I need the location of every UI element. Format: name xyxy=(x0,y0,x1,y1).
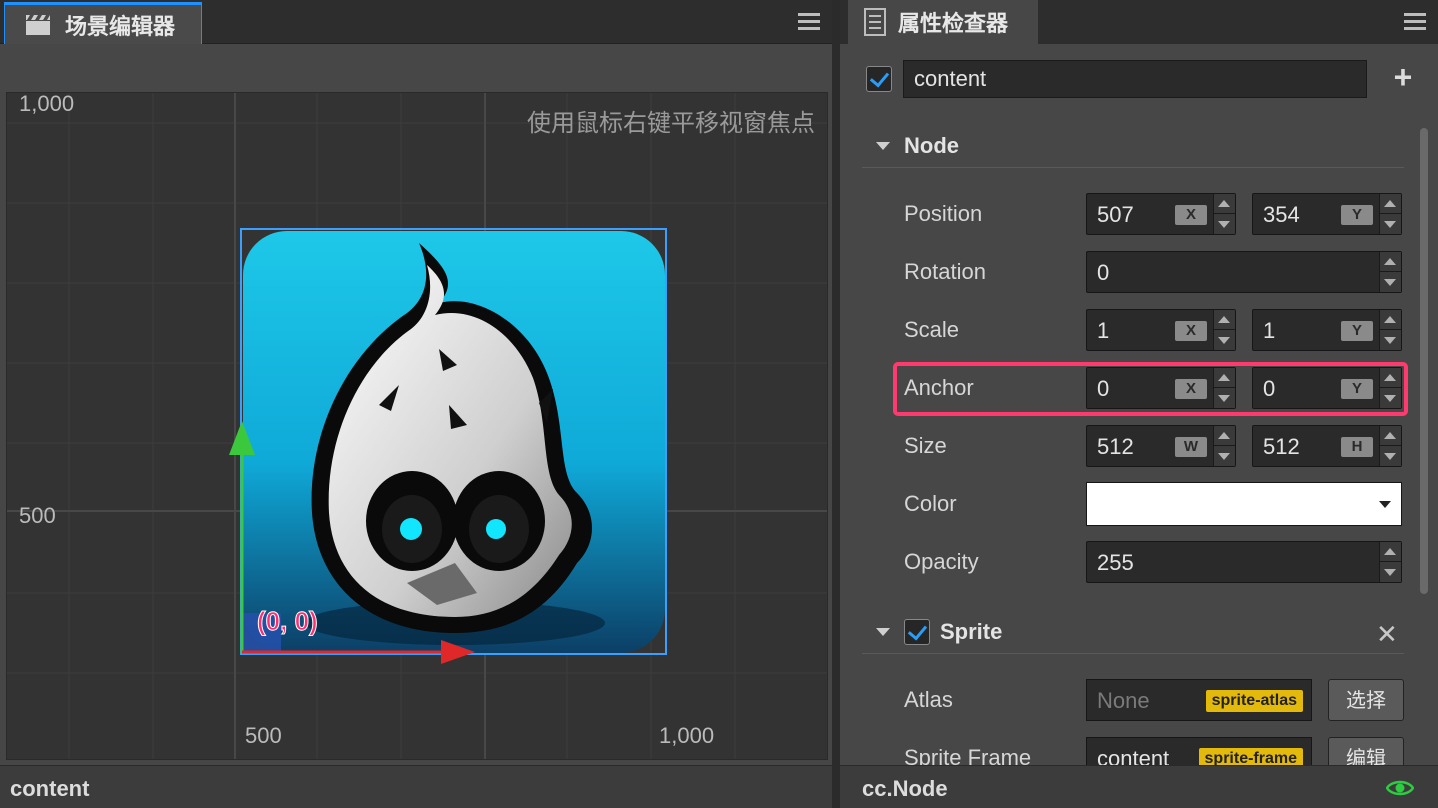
anchor-x-spinner[interactable] xyxy=(1213,368,1235,408)
cocos-logo-image[interactable] xyxy=(243,231,665,653)
node-section-header[interactable]: Node xyxy=(862,124,1404,168)
atlas-value: None xyxy=(1097,688,1150,713)
rotation-spinner[interactable] xyxy=(1379,252,1401,292)
x-axis-tag: X xyxy=(1175,205,1207,225)
size-width-spinner[interactable] xyxy=(1213,426,1235,466)
node-header-row: content + xyxy=(840,52,1438,104)
position-y-field[interactable]: 354 Y xyxy=(1252,193,1402,235)
x-axis-tag: X xyxy=(1175,321,1207,341)
position-y-value: 354 xyxy=(1263,202,1300,227)
anchor-y-value: 0 xyxy=(1263,376,1276,401)
atlas-type-badge: sprite-atlas xyxy=(1205,690,1303,712)
inspector-scrollbar[interactable] xyxy=(1420,128,1428,594)
position-x-spinner[interactable] xyxy=(1213,194,1235,234)
opacity-field[interactable]: 255 xyxy=(1086,541,1402,583)
scale-x-field[interactable]: 1 X xyxy=(1086,309,1236,351)
size-height-value: 512 xyxy=(1263,434,1300,459)
collapse-triangle-icon[interactable] xyxy=(876,627,890,636)
h-axis-tag: H xyxy=(1341,437,1373,457)
scene-viewport[interactable]: 1,000 500 500 1,000 使用鼠标右键平移视窗焦点 (0, 0) xyxy=(6,92,828,760)
atlas-select-button[interactable]: 选择 xyxy=(1328,679,1404,721)
add-component-button[interactable]: + xyxy=(1390,60,1416,94)
clapperboard-icon xyxy=(26,14,50,35)
w-axis-tag: W xyxy=(1175,437,1207,457)
size-width-field[interactable]: 512 W xyxy=(1086,425,1236,467)
scene-tab-label: 场景编辑器 xyxy=(65,14,176,40)
size-height-spinner[interactable] xyxy=(1379,426,1401,466)
y-axis-label-1000: 1,000 xyxy=(19,92,75,116)
position-x-field[interactable]: 507 X xyxy=(1086,193,1236,235)
x-axis-label-1000: 1,000 xyxy=(659,723,715,748)
anchor-y-field[interactable]: 0 Y xyxy=(1252,367,1402,409)
remove-component-icon[interactable]: ✕ xyxy=(1376,619,1398,650)
y-axis-tag: Y xyxy=(1341,379,1373,399)
panel-splitter[interactable] xyxy=(832,0,840,808)
scene-toolbar xyxy=(0,44,832,92)
scale-x-value: 1 xyxy=(1097,318,1110,343)
eye-icon[interactable] xyxy=(1386,778,1414,798)
size-height-field[interactable]: 512 H xyxy=(1252,425,1402,467)
scene-menu-icon[interactable] xyxy=(798,13,820,31)
scene-canvas xyxy=(7,93,827,759)
app-window: 场景编辑器 1,000 500 500 1,000 使用鼠标右键平移视窗焦点 (… xyxy=(0,0,1438,808)
node-type-label: cc.Node xyxy=(862,776,948,801)
position-y-spinner[interactable] xyxy=(1379,194,1401,234)
x-axis-label-500: 500 xyxy=(245,723,282,748)
opacity-label: Opacity xyxy=(904,549,979,574)
collapse-triangle-icon[interactable] xyxy=(876,141,890,150)
inspector-icon xyxy=(864,8,886,36)
scale-label: Scale xyxy=(904,317,960,342)
position-label: Position xyxy=(904,201,983,226)
size-label: Size xyxy=(904,433,947,458)
scale-y-spinner[interactable] xyxy=(1379,310,1401,350)
scale-y-value: 1 xyxy=(1263,318,1276,343)
anchor-x-value: 0 xyxy=(1097,376,1110,401)
color-picker[interactable] xyxy=(1086,482,1402,526)
rotation-field[interactable]: 0 xyxy=(1086,251,1402,293)
inspector-menu-icon[interactable] xyxy=(1404,13,1426,31)
position-x-value: 507 xyxy=(1097,202,1134,227)
y-axis-label-500: 500 xyxy=(19,503,56,528)
sprite-section-header[interactable]: Sprite xyxy=(862,610,1404,654)
scene-tabbar: 场景编辑器 xyxy=(0,0,832,44)
origin-label: (0, 0) xyxy=(257,606,319,637)
opacity-spinner[interactable] xyxy=(1379,542,1401,582)
size-width-value: 512 xyxy=(1097,434,1134,459)
anchor-x-field[interactable]: 0 X xyxy=(1086,367,1236,409)
sprite-enabled-checkbox[interactable] xyxy=(904,618,930,645)
sprite-section-title: Sprite xyxy=(940,618,1003,644)
pan-hint: 使用鼠标右键平移视窗焦点 xyxy=(527,109,815,137)
anchor-label: Anchor xyxy=(904,375,974,400)
node-name-input[interactable]: content xyxy=(903,60,1367,98)
anchor-y-spinner[interactable] xyxy=(1379,368,1401,408)
scene-editor-panel: 场景编辑器 1,000 500 500 1,000 使用鼠标右键平移视窗焦点 (… xyxy=(0,0,832,808)
node-section-title: Node xyxy=(904,132,959,158)
inspector-tab-label: 属性检查器 xyxy=(898,12,1009,37)
inspector-tabbar: 属性检查器 xyxy=(840,0,1438,44)
node-enabled-checkbox[interactable] xyxy=(866,66,892,92)
color-label: Color xyxy=(904,491,957,516)
opacity-value: 255 xyxy=(1097,550,1134,575)
scale-x-spinner[interactable] xyxy=(1213,310,1235,350)
x-axis-tag: X xyxy=(1175,379,1207,399)
scale-y-field[interactable]: 1 Y xyxy=(1252,309,1402,351)
rotation-label: Rotation xyxy=(904,259,986,284)
tab-inspector[interactable]: 属性检查器 xyxy=(848,0,1038,44)
atlas-label: Atlas xyxy=(904,687,953,712)
y-axis-tag: Y xyxy=(1341,205,1373,225)
rotation-value: 0 xyxy=(1097,260,1110,285)
atlas-field[interactable]: None sprite-atlas xyxy=(1086,679,1312,721)
y-axis-tag: Y xyxy=(1341,321,1373,341)
tab-scene-editor[interactable]: 场景编辑器 xyxy=(4,2,202,44)
scene-status-bar: content xyxy=(0,765,832,808)
selected-node-name: content xyxy=(10,776,90,801)
inspector-status-bar: cc.Node xyxy=(840,765,1438,808)
inspector-panel: 属性检查器 content + Node Position 507 X 354 … xyxy=(840,0,1438,808)
